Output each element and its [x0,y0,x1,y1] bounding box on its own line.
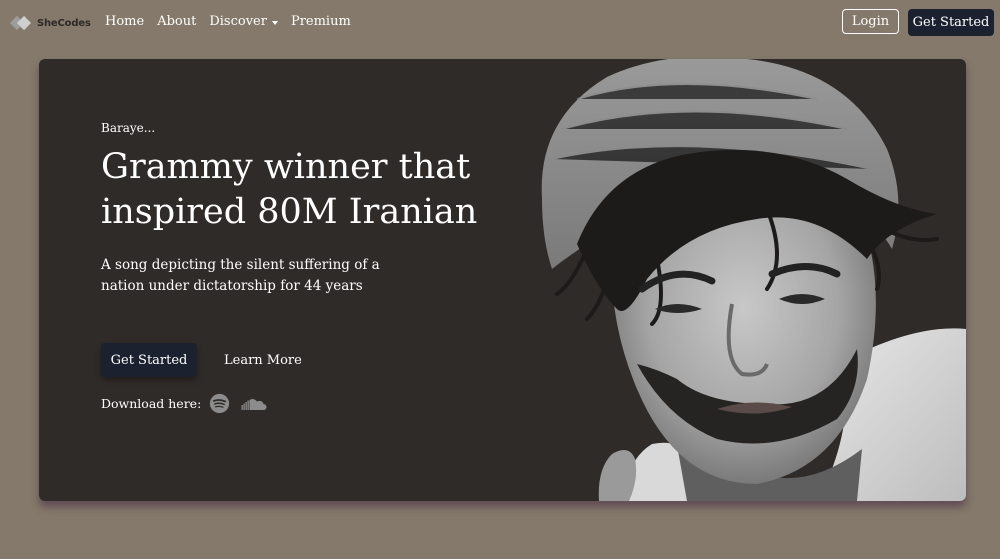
nav-link-premium[interactable]: Premium [291,14,351,29]
nav-link-home[interactable]: Home [105,14,144,29]
hero-subtext: A song depicting the silent suffering of… [101,257,380,294]
caret-down-icon [271,20,278,25]
nav-get-started-button[interactable]: Get Started [908,9,994,36]
brand-logo[interactable]: SheCodes [10,11,91,35]
nav-link-discover-label: Discover [209,14,267,29]
shecodes-logo-icon [10,15,32,31]
hero-card: Baraye... Grammy winner that inspired 80… [39,59,966,501]
hero-get-started-button[interactable]: Get Started [101,343,197,377]
nav-dropdown-discover[interactable]: Discover [209,14,278,29]
login-button[interactable]: Login [842,9,899,34]
spotify-icon[interactable] [209,393,230,414]
nav-link-about[interactable]: About [157,14,196,29]
soundcloud-icon[interactable] [241,397,267,411]
hero-eyebrow: Baraye... [101,121,156,135]
hero-headline: Grammy winner that inspired 80M Iranian [101,147,478,232]
learn-more-button[interactable]: Learn More [224,353,302,368]
artist-portrait-image [541,59,966,501]
brand-name: SheCodes [37,17,91,29]
navbar: SheCodes Home About Discover Premium Log… [0,0,1000,46]
download-label: Download here: [101,396,202,411]
nav-links: Home About Discover Premium [105,14,364,29]
download-row: Download here: [101,393,267,414]
